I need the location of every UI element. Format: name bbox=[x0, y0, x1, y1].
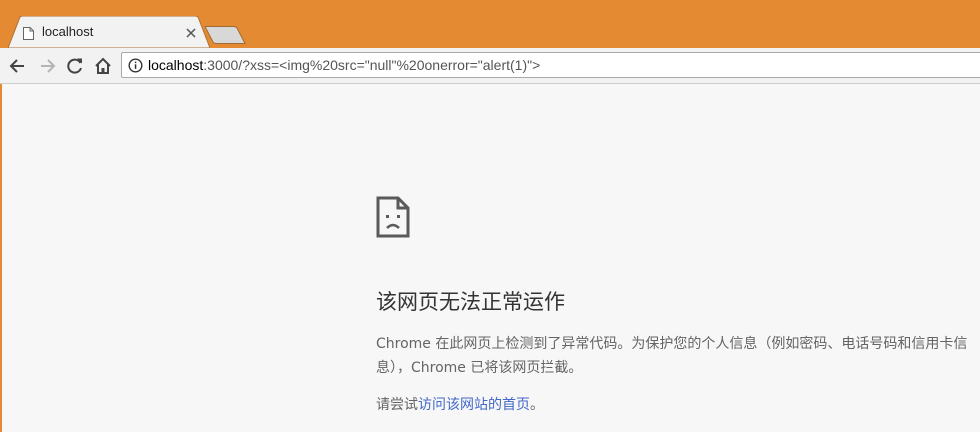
error-description: Chrome 在此网页上检测到了异常代码。为保护您的个人信息（例如密码、电话号码… bbox=[376, 336, 968, 376]
suggestion-text: 请尝试访问该网站的首页。 bbox=[376, 394, 544, 414]
arrow-left-icon[interactable] bbox=[8, 56, 28, 76]
close-icon[interactable] bbox=[184, 25, 198, 39]
homepage-link[interactable]: 访问该网站的首页 bbox=[418, 397, 530, 413]
url-host: localhost bbox=[148, 57, 204, 73]
suggestion-suffix: 。 bbox=[530, 397, 544, 413]
error-heading: 该网页无法正常运作 bbox=[376, 290, 565, 314]
window-border bbox=[0, 84, 2, 432]
tab-background bbox=[8, 16, 210, 48]
tab-localhost[interactable]: localhost bbox=[8, 16, 210, 48]
window-titlebar: localhost bbox=[0, 0, 980, 48]
page-icon bbox=[23, 25, 34, 44]
sad-page-icon bbox=[376, 196, 410, 242]
tab-title: localhost bbox=[42, 24, 94, 39]
address-bar[interactable]: localhost:3000/?xss=<img%20src="null"%20… bbox=[121, 52, 980, 78]
arrow-right-icon[interactable] bbox=[37, 56, 57, 76]
reload-icon[interactable] bbox=[65, 56, 85, 76]
home-icon[interactable] bbox=[93, 56, 113, 76]
url-text: localhost:3000/?xss=<img%20src="null"%20… bbox=[148, 57, 540, 73]
browser-toolbar: localhost:3000/?xss=<img%20src="null"%20… bbox=[0, 48, 980, 84]
suggestion-prefix: 请尝试 bbox=[376, 397, 418, 413]
new-tab-button[interactable] bbox=[204, 26, 246, 44]
info-icon[interactable] bbox=[128, 58, 143, 77]
url-path: :3000/?xss=<img%20src="null"%20onerror="… bbox=[203, 57, 541, 73]
